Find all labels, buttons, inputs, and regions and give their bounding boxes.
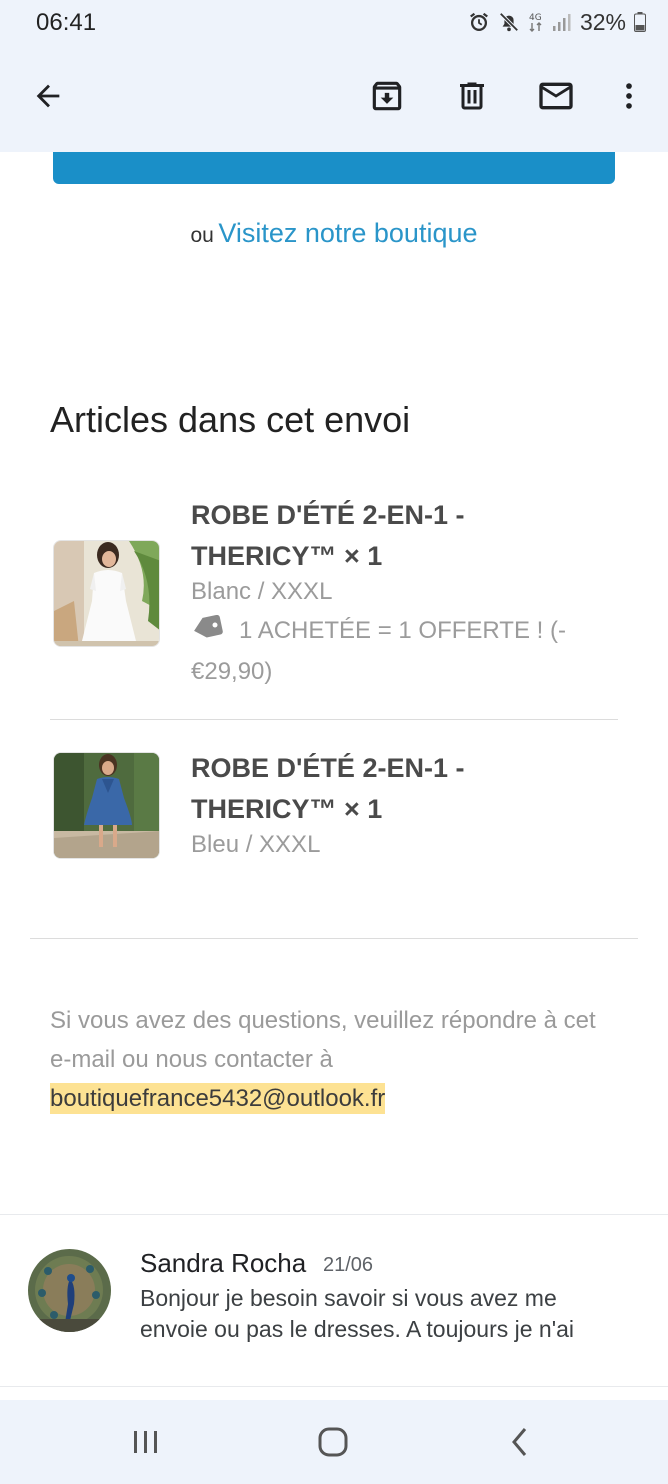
order-status-button[interactable] [53, 152, 615, 184]
promo-line2: €29,90) [191, 658, 273, 685]
network-4g-icon: 4G [528, 10, 544, 34]
promo-line1: 1 ACHETÉE = 1 OFFERTE ! (- [239, 617, 566, 644]
contact-email-link[interactable]: boutiquefrance5432@outlook.fr [50, 1083, 386, 1114]
mark-unread-button[interactable] [530, 70, 582, 122]
back-button[interactable] [22, 70, 74, 122]
reply-sender: Sandra Rocha [140, 1248, 307, 1278]
section-title: Articles dans cet envoi [50, 399, 411, 440]
delete-icon [460, 82, 484, 110]
snippet-line2: envoie ou pas le dresses. A toujours je … [140, 1316, 575, 1342]
item-info: ROBE D'ÉTÉ 2-EN-1 - THERICY™ × 1 Blanc /… [191, 495, 611, 690]
tag-icon [191, 614, 225, 654]
item-variant: Bleu / XXXL [191, 831, 321, 858]
message-separator [0, 1214, 668, 1215]
alt-prefix: ou [190, 224, 214, 247]
item-name-line1: ROBE D'ÉTÉ 2-EN-1 - [191, 753, 465, 783]
signal-icon [552, 12, 572, 32]
battery-icon [634, 12, 646, 32]
status-bar: 06:41 4G 32% [0, 0, 668, 46]
avatar[interactable] [28, 1249, 111, 1332]
bottom-separator [0, 1386, 668, 1387]
snippet-line1: Bonjour je besoin savoir si vous avez me [140, 1285, 557, 1311]
contact-text: Si vous avez des questions, veuillez rép… [50, 1007, 596, 1073]
item-name-line2: THERICY™ × 1 [191, 541, 383, 571]
item-promo: 1 ACHETÉE = 1 OFFERTE ! (- [191, 613, 611, 654]
more-options-button[interactable] [603, 70, 655, 122]
back-icon [512, 1428, 527, 1456]
recent-apps-button[interactable] [116, 1420, 176, 1464]
product-image-white-dress [53, 540, 160, 647]
home-button[interactable] [303, 1420, 363, 1464]
svg-text:4G: 4G [529, 13, 542, 23]
item-name-line1: ROBE D'ÉTÉ 2-EN-1 - [191, 500, 465, 530]
item-info: ROBE D'ÉTÉ 2-EN-1 - THERICY™ × 1 Bleu / … [191, 748, 611, 860]
shop-link-row: ou Visitez notre boutique [0, 218, 668, 249]
contact-paragraph: Si vous avez des questions, veuillez rép… [50, 1001, 620, 1118]
home-icon [318, 1427, 348, 1457]
mark-unread-icon [539, 82, 573, 110]
system-nav-bar [0, 1400, 668, 1484]
item-divider [50, 719, 618, 720]
email-toolbar [0, 46, 668, 152]
status-icons: 4G 32% [468, 8, 646, 36]
reply-date: 21/06 [323, 1254, 374, 1276]
mute-icon [498, 11, 520, 33]
archive-button[interactable] [361, 70, 413, 122]
item-variant: Blanc / XXXL [191, 578, 333, 605]
archive-icon [372, 81, 402, 111]
alarm-icon [468, 11, 490, 33]
nav-back-button[interactable] [490, 1420, 550, 1464]
battery-percent: 32% [579, 8, 626, 35]
section-divider [30, 938, 638, 939]
item-name-line2: THERICY™ × 1 [191, 794, 383, 824]
recent-apps-icon [134, 1431, 157, 1453]
product-image-blue-dress [53, 752, 160, 859]
email-body: ou Visitez notre boutique Articles dans … [0, 152, 668, 1400]
order-item: ROBE D'ÉTÉ 2-EN-1 - THERICY™ × 1 Blanc /… [50, 495, 620, 695]
more-vert-icon [626, 83, 632, 109]
back-arrow-icon [36, 84, 60, 108]
reply-snippet[interactable]: Bonjour je besoin savoir si vous avez me… [140, 1283, 630, 1345]
order-item: ROBE D'ÉTÉ 2-EN-1 - THERICY™ × 1 Bleu / … [50, 748, 620, 888]
delete-button[interactable] [446, 70, 498, 122]
status-time: 06:41 [36, 9, 97, 36]
visit-shop-link[interactable]: Visitez notre boutique [218, 218, 477, 248]
